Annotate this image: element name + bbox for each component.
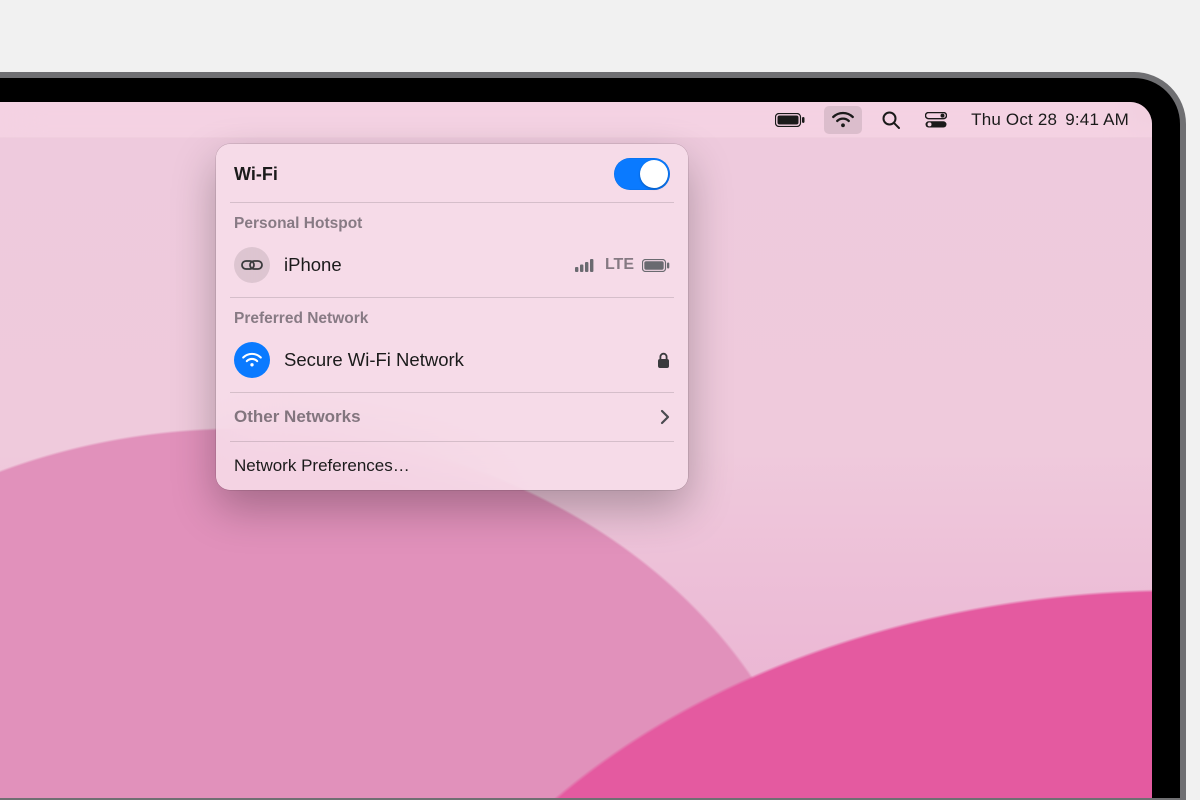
laptop-frame: Thu Oct 28 9:41 AM Wi-Fi Personal Hotspo… xyxy=(0,78,1180,798)
menu-bar-time: 9:41 AM xyxy=(1065,110,1129,130)
network-preferences-row[interactable]: Network Preferences… xyxy=(216,444,688,488)
wifi-connected-badge xyxy=(234,342,270,378)
battery-menu-item[interactable] xyxy=(770,102,810,137)
divider xyxy=(230,392,674,393)
preferred-network-header: Preferred Network xyxy=(216,300,688,334)
control-center-icon xyxy=(925,112,947,128)
wifi-icon xyxy=(241,352,263,368)
battery-icon xyxy=(775,113,805,127)
other-networks-label: Other Networks xyxy=(234,407,361,427)
control-center-menu-item[interactable] xyxy=(920,102,952,137)
link-icon xyxy=(241,258,263,272)
divider xyxy=(230,297,674,298)
hotspot-signal-label: LTE xyxy=(605,256,634,274)
personal-hotspot-header: Personal Hotspot xyxy=(216,205,688,239)
desktop-screen: Thu Oct 28 9:41 AM Wi-Fi Personal Hotspo… xyxy=(0,102,1152,798)
menu-bar-date: Thu Oct 28 xyxy=(971,110,1057,130)
preferred-network-label: Secure Wi-Fi Network xyxy=(284,349,464,371)
search-icon xyxy=(881,110,901,130)
network-preferences-label: Network Preferences… xyxy=(234,456,410,476)
other-networks-row[interactable]: Other Networks xyxy=(216,395,688,439)
divider xyxy=(230,441,674,442)
wifi-icon xyxy=(831,111,855,129)
wifi-toggle-knob xyxy=(640,160,668,188)
menu-bar-clock[interactable]: Thu Oct 28 9:41 AM xyxy=(966,102,1134,137)
spotlight-menu-item[interactable] xyxy=(876,102,906,137)
wifi-menu-item[interactable] xyxy=(824,106,862,134)
menu-bar: Thu Oct 28 9:41 AM xyxy=(0,102,1152,138)
wifi-title-label: Wi-Fi xyxy=(234,164,278,185)
hotspot-item-status: LTE xyxy=(575,256,670,274)
lock-icon xyxy=(657,352,670,369)
hotspot-item-label: iPhone xyxy=(284,254,342,276)
battery-small-icon xyxy=(642,259,670,272)
hotspot-item-iphone[interactable]: iPhone LTE xyxy=(216,239,688,295)
preferred-network-trail xyxy=(657,352,670,369)
wifi-dropdown-panel: Wi-Fi Personal Hotspot iPhone xyxy=(216,144,688,490)
chevron-right-icon xyxy=(660,409,670,425)
preferred-network-item[interactable]: Secure Wi-Fi Network xyxy=(216,334,688,390)
hotspot-badge xyxy=(234,247,270,283)
wifi-toggle[interactable] xyxy=(614,158,670,190)
divider xyxy=(230,202,674,203)
cellular-signal-icon xyxy=(575,258,597,272)
wifi-title-row: Wi-Fi xyxy=(216,148,688,200)
